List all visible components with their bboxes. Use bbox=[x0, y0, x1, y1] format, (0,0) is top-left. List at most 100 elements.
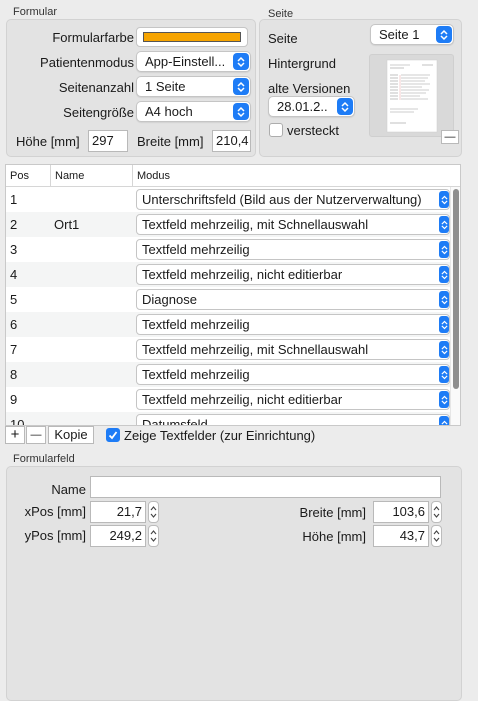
alte-versionen-label: alte Versionen bbox=[268, 81, 351, 96]
formular-title: Formular bbox=[13, 6, 58, 18]
cell-name[interactable] bbox=[54, 387, 132, 412]
patientenmodus-popup[interactable]: App-Einstell... bbox=[136, 51, 251, 72]
modus-value: Textfeld mehrzeilig, mit Schnellauswahl bbox=[142, 342, 369, 357]
table-row[interactable]: 10 Datumsfeld bbox=[6, 412, 452, 426]
zeige-textfelder-checkbox[interactable] bbox=[106, 428, 120, 442]
column-header-name[interactable]: Name bbox=[50, 165, 132, 187]
table-row[interactable]: 7 Textfeld mehrzeilig, mit Schnellauswahl bbox=[6, 337, 452, 362]
versteckt-label: versteckt bbox=[287, 123, 340, 138]
breite-field[interactable]: 210,4 bbox=[212, 130, 251, 152]
modus-popup[interactable]: Unterschriftsfeld (Bild aus der Nutzerve… bbox=[136, 189, 450, 210]
ypos-field[interactable]: 249,2 bbox=[90, 525, 146, 547]
cell-name[interactable] bbox=[54, 237, 132, 262]
alte-versionen-value: 28.01.2... bbox=[277, 99, 328, 114]
cell-name[interactable] bbox=[54, 312, 132, 337]
formularfarbe-label: Formularfarbe bbox=[52, 30, 134, 45]
modus-value: Unterschriftsfeld (Bild aus der Nutzerve… bbox=[142, 192, 422, 207]
add-field-button[interactable]: + bbox=[5, 426, 25, 444]
modus-value: Textfeld mehrzeilig bbox=[142, 242, 250, 257]
remove-field-button[interactable]: — bbox=[26, 426, 46, 444]
chevron-updown-icon bbox=[233, 78, 249, 95]
table-row[interactable]: 3 Textfeld mehrzeilig bbox=[6, 237, 452, 262]
table-row[interactable]: 6 Textfeld mehrzeilig bbox=[6, 312, 452, 337]
seitenanzahl-popup[interactable]: 1 Seite bbox=[136, 76, 251, 97]
table-row[interactable]: 4 Textfeld mehrzeilig, nicht editierbar bbox=[6, 262, 452, 287]
modus-popup[interactable]: Diagnose bbox=[136, 289, 450, 310]
alte-versionen-popup[interactable]: 28.01.2... bbox=[268, 96, 355, 117]
zeige-textfelder-label: Zeige Textfelder (zur Einrichtung) bbox=[124, 428, 316, 443]
modus-value: Textfeld mehrzeilig, mit Schnellauswahl bbox=[142, 217, 369, 232]
ypos-stepper[interactable] bbox=[148, 525, 159, 547]
column-header-modus[interactable]: Modus bbox=[132, 165, 460, 187]
formularfarbe-well[interactable] bbox=[136, 27, 248, 47]
cell-name[interactable]: Ort1 bbox=[54, 212, 132, 237]
feld-hoehe-field[interactable]: 43,7 bbox=[373, 525, 429, 547]
cell-pos: 10 bbox=[10, 417, 25, 426]
name-field[interactable] bbox=[90, 476, 441, 498]
chevron-updown-icon bbox=[439, 241, 449, 258]
feld-breite-stepper[interactable] bbox=[431, 501, 442, 523]
chevron-updown-icon bbox=[337, 98, 353, 115]
modus-popup[interactable]: Textfeld mehrzeilig bbox=[136, 314, 450, 335]
cell-pos: 3 bbox=[10, 242, 18, 257]
kopie-button[interactable]: Kopie bbox=[48, 426, 94, 444]
cell-name[interactable] bbox=[54, 337, 132, 362]
cell-pos: 1 bbox=[10, 192, 18, 207]
modus-popup[interactable]: Textfeld mehrzeilig, mit Schnellauswahl bbox=[136, 339, 450, 360]
modus-value: Textfeld mehrzeilig bbox=[142, 367, 250, 382]
table-row[interactable]: 5 Diagnose bbox=[6, 287, 452, 312]
cell-pos: 8 bbox=[10, 367, 18, 382]
cell-name[interactable] bbox=[54, 187, 132, 212]
hoehe-label: Höhe [mm] bbox=[16, 134, 80, 149]
chevron-updown-icon bbox=[233, 53, 249, 70]
modus-value: Textfeld mehrzeilig, nicht editierbar bbox=[142, 392, 343, 407]
feld-breite-label: Breite [mm] bbox=[299, 505, 366, 520]
stepper-arrows-icon bbox=[150, 506, 157, 518]
patientenmodus-value: App-Einstell... bbox=[145, 54, 224, 69]
chevron-updown-icon bbox=[439, 191, 449, 208]
chevron-updown-icon bbox=[439, 366, 449, 383]
cell-name[interactable] bbox=[54, 262, 132, 287]
feld-hoehe-stepper[interactable] bbox=[431, 525, 442, 547]
stepper-arrows-icon bbox=[150, 530, 157, 542]
table-row[interactable]: 1 Unterschriftsfeld (Bild aus der Nutzerv… bbox=[6, 187, 452, 212]
modus-popup[interactable]: Datumsfeld bbox=[136, 414, 450, 425]
table-row[interactable]: 2 Ort1 Textfeld mehrzeilig, mit Schnellaus… bbox=[6, 212, 452, 237]
seitenanzahl-value: 1 Seite bbox=[145, 79, 186, 94]
scrollbar-thumb[interactable] bbox=[453, 189, 459, 389]
seite-value: Seite 1 bbox=[379, 27, 420, 42]
chevron-updown-icon bbox=[439, 416, 449, 425]
hintergrund-preview[interactable] bbox=[369, 54, 454, 137]
checkmark-icon bbox=[108, 431, 118, 440]
ypos-label: yPos [mm] bbox=[24, 528, 86, 543]
table-row[interactable]: 9 Textfeld mehrzeilig, nicht editierbar bbox=[6, 387, 452, 412]
feld-breite-field[interactable]: 103,6 bbox=[373, 501, 429, 523]
chevron-updown-icon bbox=[233, 103, 249, 120]
table-scrollbar[interactable] bbox=[450, 187, 460, 425]
seitenanzahl-label: Seitenanzahl bbox=[58, 80, 134, 95]
modus-popup[interactable]: Textfeld mehrzeilig, mit Schnellauswahl bbox=[136, 214, 450, 235]
modus-popup[interactable]: Textfeld mehrzeilig bbox=[136, 239, 450, 260]
stepper-arrows-icon bbox=[433, 506, 440, 518]
versteckt-checkbox[interactable] bbox=[269, 123, 283, 137]
modus-popup[interactable]: Textfeld mehrzeilig, nicht editierbar bbox=[136, 264, 450, 285]
cell-name[interactable] bbox=[54, 412, 132, 425]
chevron-updown-icon bbox=[439, 216, 449, 233]
cell-name[interactable] bbox=[54, 287, 132, 312]
modus-value: Diagnose bbox=[142, 292, 197, 307]
hoehe-field[interactable]: 297 bbox=[88, 130, 128, 152]
seitengroesse-label: Seitengröße bbox=[63, 105, 134, 120]
seitengroesse-popup[interactable]: A4 hoch bbox=[136, 101, 251, 122]
seite-popup[interactable]: Seite 1 bbox=[370, 24, 454, 45]
cell-pos: 9 bbox=[10, 392, 18, 407]
table-row[interactable]: 8 Textfeld mehrzeilig bbox=[6, 362, 452, 387]
modus-popup[interactable]: Textfeld mehrzeilig, nicht editierbar bbox=[136, 389, 450, 410]
cell-pos: 2 bbox=[10, 217, 18, 232]
cell-name[interactable] bbox=[54, 362, 132, 387]
seite-remove-button[interactable]: — bbox=[441, 130, 459, 144]
xpos-field[interactable]: 21,7 bbox=[90, 501, 146, 523]
column-header-pos[interactable]: Pos bbox=[6, 165, 50, 187]
xpos-stepper[interactable] bbox=[148, 501, 159, 523]
modus-popup[interactable]: Textfeld mehrzeilig bbox=[136, 364, 450, 385]
modus-value: Textfeld mehrzeilig bbox=[142, 317, 250, 332]
